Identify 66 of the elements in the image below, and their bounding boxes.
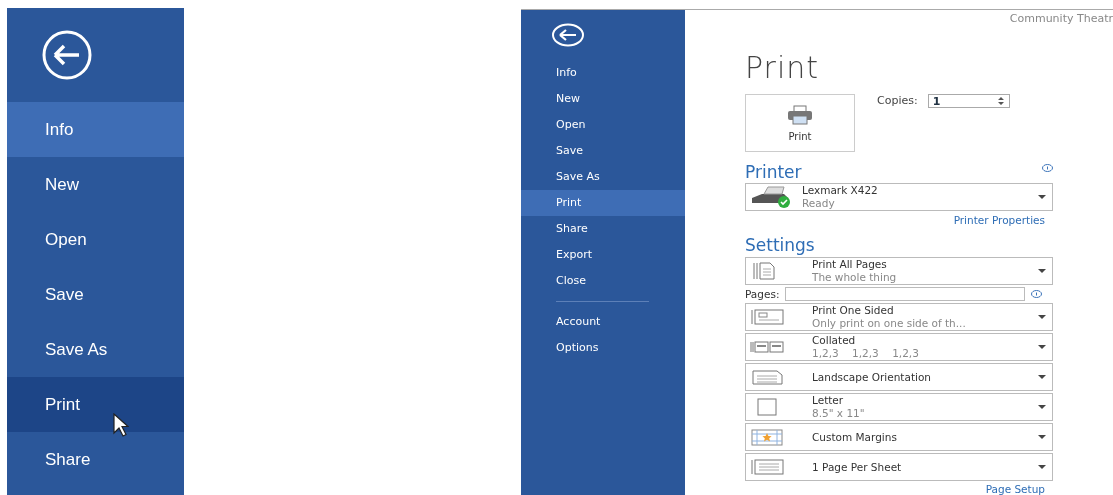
section-heading: Settings (745, 235, 816, 255)
setting-dropdown[interactable]: Custom Margins (745, 423, 1053, 451)
landscape-page-icon (750, 367, 786, 387)
margins-page-icon (750, 427, 786, 447)
one-sided-page-icon (750, 307, 786, 327)
setting-dropdown[interactable]: Landscape Orientation (745, 363, 1053, 391)
printer-dropdown[interactable]: Lexmark X422 Ready (745, 183, 1053, 211)
caret-icon (1038, 345, 1046, 349)
sidebar-item[interactable]: Save (521, 138, 685, 164)
setting-subtitle: 8.5" x 11" (812, 407, 866, 420)
caret-icon (1038, 435, 1046, 439)
sidebar-item[interactable]: Share (521, 216, 685, 242)
printer-status: Ready (802, 197, 836, 210)
caret-icon (1038, 315, 1046, 319)
setting-dropdown[interactable]: Letter 8.5" x 11" (745, 393, 1053, 421)
menu-item[interactable]: Open (7, 212, 184, 267)
setting-title: Print All Pages (812, 258, 888, 271)
info-icon[interactable] (1031, 290, 1042, 298)
caret-icon (1038, 465, 1046, 469)
copies-spinner[interactable]: 1 (927, 94, 1010, 108)
setting-dropdown[interactable]: Collated 1,2,3 1,2,3 1,2,3 (745, 333, 1053, 361)
pages-label: Pages: (745, 288, 781, 300)
info-icon[interactable] (1042, 164, 1053, 172)
print-button[interactable]: Print (745, 94, 855, 152)
menu-item[interactable]: New (7, 157, 184, 212)
sidebar-item[interactable]: Info (521, 60, 685, 86)
setting-title: Print One Sided (812, 304, 895, 317)
copies-label: Copies: (877, 94, 918, 107)
sidebar-item[interactable]: Export (521, 242, 685, 268)
setting-title: 1 Page Per Sheet (812, 460, 903, 474)
setting-title: Landscape Orientation (812, 370, 933, 384)
printer-properties-link[interactable]: Printer Properties (953, 214, 1045, 226)
setting-subtitle: The whole thing (812, 271, 898, 284)
printer-name: Lexmark X422 (802, 184, 879, 197)
menu-item[interactable]: Save As (7, 322, 184, 377)
sidebar-item[interactable]: Open (521, 112, 685, 138)
page-per-sheet-icon (750, 457, 786, 477)
caret-icon (1038, 195, 1046, 199)
sidebar-item[interactable]: Options (521, 335, 685, 361)
setting-dropdown[interactable]: Print One Sided Only print on one side of th... (745, 303, 1053, 331)
sidebar-item[interactable]: Print (521, 190, 685, 216)
pages-input-field[interactable] (785, 287, 1025, 301)
caret-icon (1038, 375, 1046, 379)
setting-title: Letter (812, 394, 845, 407)
sidebar-item[interactable]: New (521, 86, 685, 112)
printer-icon (787, 104, 813, 125)
caret-icon (1038, 269, 1046, 273)
sidebar-item[interactable]: Save As (521, 164, 685, 190)
menu-item[interactable]: Info (7, 102, 184, 157)
document-title: Community Theatr (1009, 12, 1113, 25)
menu-item[interactable]: Save (7, 267, 184, 322)
setting-subtitle: 1,2,3 1,2,3 1,2,3 (812, 347, 920, 360)
setting-dropdown[interactable]: Print All Pages The whole thing (745, 257, 1053, 285)
setting-subtitle: Only print on one side of th... (812, 317, 967, 330)
mouse-pointer-icon (113, 413, 129, 437)
caret-icon (1038, 405, 1046, 409)
setting-title: Custom Margins (812, 430, 898, 444)
setting-title: Collated (812, 334, 857, 347)
setting-dropdown[interactable]: 1 Page Per Sheet (745, 453, 1053, 481)
spinner-arrows-icon (996, 96, 1005, 106)
section-heading: Printer (745, 162, 802, 182)
menu-item[interactable]: Share (7, 432, 184, 487)
sidebar-item[interactable]: Close (521, 268, 685, 294)
page-setup-link[interactable]: Page Setup (985, 483, 1045, 495)
page-title: Print (745, 50, 820, 86)
sidebar-item[interactable]: Account (521, 309, 685, 335)
